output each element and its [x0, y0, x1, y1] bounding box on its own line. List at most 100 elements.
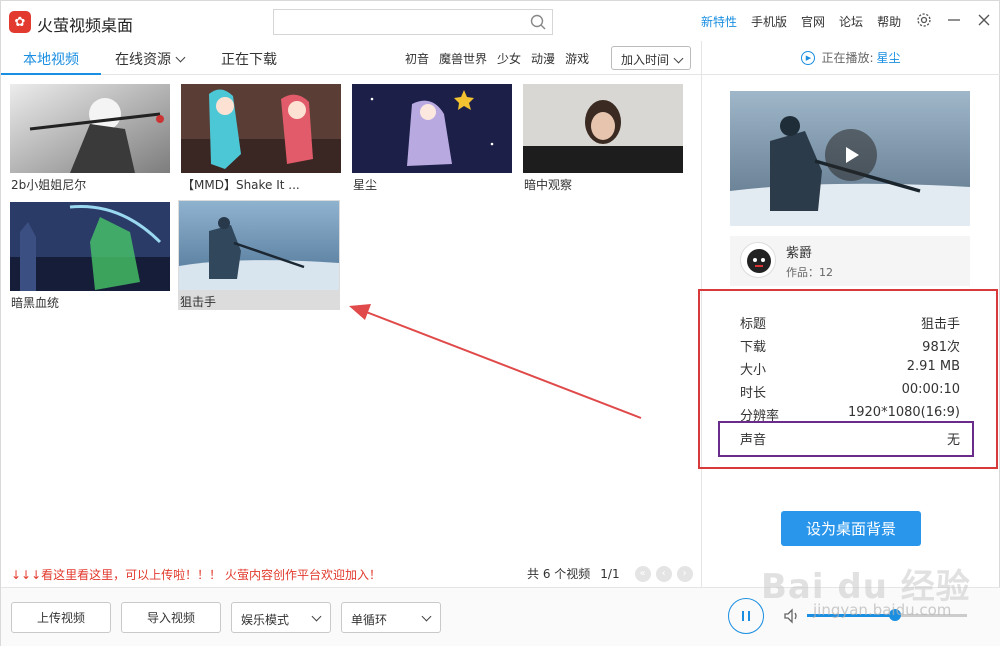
loop-dropdown[interactable]: 单循环: [341, 602, 441, 633]
chevron-down-icon: [421, 611, 432, 622]
app-window: ✿ 火萤视频桌面 新特性 手机版 官网 论坛 帮助 本地视频 在线资源 正在下载…: [0, 0, 1000, 646]
tab-local-videos[interactable]: 本地视频: [23, 49, 79, 69]
video-thumbnail: [179, 201, 339, 290]
video-card[interactable]: 狙击手: [178, 200, 340, 310]
category-filters: 初音 魔兽世界 少女 动漫 游戏: [405, 50, 599, 67]
mode-dropdown[interactable]: 娱乐模式: [231, 602, 331, 633]
video-title: 暗黑血统: [11, 296, 60, 310]
next-page-icon[interactable]: ›: [676, 565, 693, 582]
info-value: 981次: [922, 340, 960, 355]
info-value: 2.91 MB: [906, 359, 960, 374]
video-card[interactable]: 2b小姐姐尼尔: [9, 83, 171, 193]
info-value: 无: [946, 433, 960, 448]
import-video-button[interactable]: 导入视频: [121, 602, 221, 633]
video-title: 狙击手: [180, 295, 217, 309]
pause-button[interactable]: [728, 598, 764, 634]
video-title: 【MMD】Shake It ...: [182, 178, 300, 192]
video-info-box: 标题 狙击手 下载 981次 大小 2.91 MB 时长 00:00:10 分辨…: [698, 289, 998, 469]
sort-dropdown[interactable]: 加入时间: [611, 46, 691, 70]
page-indicator: 1/1: [600, 566, 620, 581]
now-playing-label: 正在播放:: [821, 51, 874, 65]
info-key: 声音: [740, 433, 767, 448]
firefly-logo-icon: ✿: [9, 11, 31, 33]
video-preview[interactable]: [730, 91, 970, 226]
top-links: 新特性 手机版 官网 论坛 帮助: [701, 13, 915, 30]
link-mobile[interactable]: 手机版: [751, 13, 787, 30]
volume-icon[interactable]: [783, 607, 801, 625]
video-title: 2b小姐姐尼尔: [11, 178, 87, 192]
chevron-down-icon: [673, 53, 684, 64]
play-circle-icon: ▶: [801, 50, 816, 65]
video-thumbnail: [523, 84, 683, 173]
minimize-icon[interactable]: [945, 11, 963, 29]
category-item[interactable]: 初音: [405, 50, 429, 67]
sort-dropdown-label: 加入时间: [621, 53, 670, 67]
avatar: [740, 242, 776, 278]
author-works-count: 作品：12: [786, 266, 833, 279]
detail-panel: ▶ 正在播放: 星尘 紫爵 作品：12 标题 狙击手 下载 981次 大小 2.…: [698, 41, 1000, 587]
video-thumbnail: [181, 84, 341, 173]
search-icon[interactable]: [530, 14, 546, 30]
info-key: 时长: [740, 386, 767, 401]
window-controls: [915, 11, 993, 29]
link-website[interactable]: 官网: [801, 13, 825, 30]
link-forum[interactable]: 论坛: [839, 13, 863, 30]
watermark-url: jingyan.baidu.com: [813, 601, 952, 619]
prev-page-icon[interactable]: ‹: [655, 565, 672, 582]
chevron-down-icon: [175, 52, 186, 63]
chevron-down-icon: [311, 611, 322, 622]
info-row-sound: 声音 无: [740, 429, 960, 449]
info-key: 大小: [740, 363, 767, 378]
now-playing-title[interactable]: 星尘: [877, 49, 901, 66]
tab-online-resources-label: 在线资源: [115, 52, 171, 68]
info-row-size: 大小 2.91 MB: [740, 359, 960, 379]
first-page-icon[interactable]: «: [634, 565, 651, 582]
info-key: 标题: [740, 317, 767, 332]
pause-icon: [742, 611, 750, 621]
title-bar: ✿ 火萤视频桌面 新特性 手机版 官网 论坛 帮助: [1, 1, 1000, 41]
video-thumbnail: [352, 84, 512, 173]
video-card[interactable]: 【MMD】Shake It ...: [180, 83, 342, 193]
video-card[interactable]: 星尘: [351, 83, 513, 193]
link-help[interactable]: 帮助: [877, 13, 901, 30]
app-title: 火萤视频桌面: [37, 16, 134, 35]
tab-downloading[interactable]: 正在下载: [221, 49, 277, 69]
category-item[interactable]: 少女: [497, 50, 521, 67]
info-value: 00:00:10: [901, 382, 960, 397]
video-count: 共 6 个视频: [527, 567, 591, 581]
info-value: 1920*1080(16:9): [847, 405, 960, 420]
author-name: 紫爵: [786, 246, 813, 261]
category-item[interactable]: 魔兽世界: [439, 50, 487, 67]
upload-video-button[interactable]: 上传视频: [11, 602, 111, 633]
mode-dropdown-label: 娱乐模式: [241, 613, 290, 627]
info-row-downloads: 下载 981次: [740, 336, 960, 356]
video-card[interactable]: 暗中观察: [522, 83, 684, 193]
tab-active-indicator: [1, 73, 101, 75]
video-thumbnail: [10, 202, 170, 291]
tab-bar: 本地视频 在线资源 正在下载 初音 魔兽世界 少女 动漫 游戏 加入时间: [1, 41, 701, 75]
search-input[interactable]: [274, 10, 514, 34]
info-row-title: 标题 狙击手: [740, 313, 960, 333]
close-icon[interactable]: [975, 11, 993, 29]
set-wallpaper-button[interactable]: 设为桌面背景: [781, 511, 921, 546]
info-value: 狙击手: [920, 317, 960, 332]
category-item[interactable]: 动漫: [531, 50, 555, 67]
author-card[interactable]: 紫爵 作品：12: [730, 236, 970, 286]
pagination: 共 6 个视频 1/1 « ‹ ›: [527, 565, 693, 582]
promo-text[interactable]: ↓↓↓看这里看这里，可以上传啦！！！ 火萤内容创作平台欢迎加入！: [11, 566, 381, 583]
video-title: 星尘: [353, 178, 378, 192]
gear-icon[interactable]: [915, 11, 933, 29]
loop-dropdown-label: 单循环: [351, 613, 388, 627]
video-thumbnail: [10, 84, 170, 173]
search-box[interactable]: [273, 9, 553, 35]
video-card[interactable]: 暗黑血统: [9, 201, 171, 311]
info-key: 下载: [740, 340, 767, 355]
now-playing-bar: ▶ 正在播放: 星尘: [702, 41, 1000, 75]
annotation-arrow: [349, 304, 642, 419]
video-title: 暗中观察: [524, 178, 573, 192]
link-new-features[interactable]: 新特性: [701, 13, 737, 30]
play-icon[interactable]: [825, 129, 877, 181]
category-item[interactable]: 游戏: [565, 50, 589, 67]
tab-online-resources[interactable]: 在线资源: [115, 49, 186, 69]
info-row-duration: 时长 00:00:10: [740, 382, 960, 402]
